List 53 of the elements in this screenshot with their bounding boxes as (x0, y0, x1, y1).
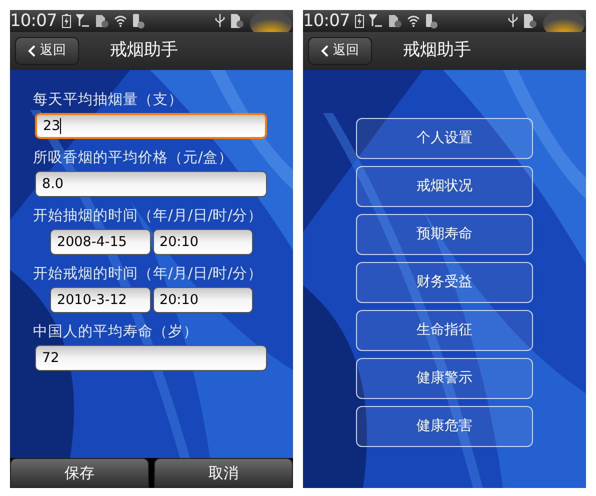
notification-light-icon (249, 10, 293, 32)
input-value: 23 (43, 116, 60, 136)
field-label: 每天平均抽烟量（支） (33, 91, 184, 110)
notification-light-icon (542, 10, 586, 32)
action-button[interactable]: 取消 (154, 458, 293, 488)
input-value: 8.0 (42, 174, 64, 194)
chevron-left-icon (321, 45, 329, 57)
clock-text: 10:07 (10, 12, 57, 30)
field-label: 所吸香烟的平均价格（元/盒） (33, 149, 234, 168)
menu-button[interactable]: 健康警示 (356, 358, 533, 399)
back-button[interactable]: 返回 (15, 37, 79, 65)
menu-button[interactable]: 生命指征 (356, 310, 533, 351)
text-cursor-icon (60, 118, 62, 134)
input-value: 20:10 (160, 290, 198, 310)
field-label: 中国人的平均寿命（岁） (33, 323, 199, 342)
input-field[interactable]: 2008-4-15 (50, 229, 150, 255)
menu-button[interactable]: 个人设置 (356, 118, 533, 159)
input-field[interactable]: 20:10 (152, 287, 253, 313)
input-field[interactable]: 8.0 (35, 171, 267, 197)
usb-icon (508, 14, 518, 28)
field-label: 开始戒烟的时间（年/月/日/时/分） (33, 265, 264, 284)
wifi-icon (406, 15, 420, 27)
phone-icon (132, 14, 145, 28)
signal-icon (368, 14, 383, 28)
input-value: 20:10 (160, 232, 198, 252)
clock-text: 10:07 (303, 12, 350, 30)
field-label: 开始抽烟的时间（年/月/日/时/分） (33, 207, 264, 226)
input-field[interactable]: 2010-3-12 (50, 287, 150, 313)
action-button[interactable]: 保存 (10, 458, 149, 488)
input-value: 72 (42, 348, 60, 368)
input-value: 2008-4-15 (57, 232, 127, 252)
battery-icon (62, 14, 71, 28)
sd-card-icon (230, 13, 244, 29)
menu-button[interactable]: 财务受益 (356, 262, 533, 303)
chevron-left-icon (28, 45, 36, 57)
sim-card-icon (94, 14, 109, 28)
menu-button[interactable]: 戒烟状况 (356, 166, 533, 207)
input-field[interactable]: 23 (35, 113, 267, 139)
menu-button[interactable]: 预期寿命 (356, 214, 533, 255)
back-button[interactable]: 返回 (308, 37, 372, 65)
usb-icon (215, 14, 225, 28)
sd-card-icon (523, 13, 537, 29)
signal-icon (76, 14, 90, 28)
menu-button[interactable]: 健康危害 (356, 406, 533, 447)
input-value: 2010-3-12 (57, 290, 127, 310)
screen-title: 戒烟助手 (403, 39, 471, 62)
input-field[interactable]: 20:10 (152, 229, 253, 255)
phone-icon (424, 14, 438, 28)
input-field[interactable]: 72 (35, 345, 267, 371)
battery-icon (354, 14, 364, 28)
wifi-icon (114, 15, 127, 27)
screen-title: 戒烟助手 (110, 39, 178, 62)
sim-card-icon (388, 14, 402, 28)
